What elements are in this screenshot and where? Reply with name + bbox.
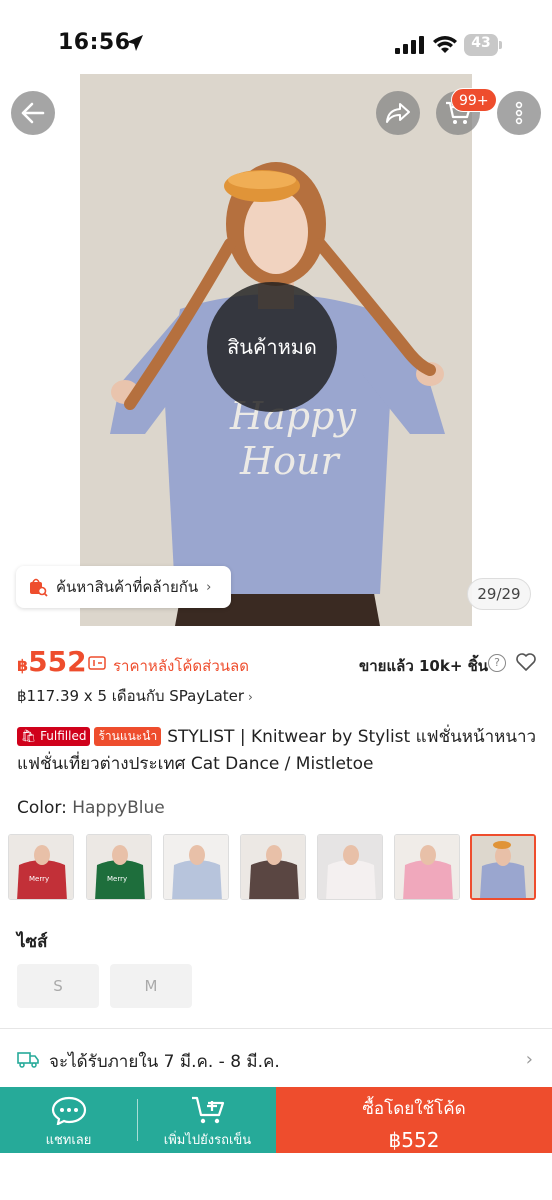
sold-count: ขายแล้ว 10k+ ชิ้น (359, 657, 489, 675)
buy-with-code-button[interactable]: ซื้อโดยใช้โค้ด ฿552 (276, 1087, 552, 1153)
price-row: ฿552 ราคาหลังโค้ดส่วนลด ขายแล้ว 10k+ ชิ้… (17, 645, 537, 681)
arrow-left-icon (21, 102, 45, 124)
bottom-separator (137, 1099, 138, 1141)
divider (0, 1028, 552, 1029)
wifi-icon (433, 36, 457, 53)
delivery-text: จะได้รับภายใน 7 มี.ค. - 8 มี.ค. (49, 1052, 280, 1072)
coupon-icon (88, 656, 106, 670)
more-options-button[interactable] (497, 91, 541, 135)
heart-icon[interactable] (515, 652, 537, 672)
color-swatches: Merry Merry (8, 834, 538, 902)
question-icon[interactable]: ? (488, 654, 506, 672)
swatch-white[interactable] (317, 834, 383, 900)
svg-text:Merry: Merry (29, 875, 49, 883)
battery-percent: 43 (471, 35, 491, 51)
back-button[interactable] (11, 91, 55, 135)
size-option-s[interactable]: S (17, 964, 99, 1008)
truck-icon (17, 1052, 39, 1068)
color-value: HappyBlue (72, 798, 165, 818)
status-bar: 16:56 43 (0, 0, 552, 78)
buy-label: ซื้อโดยใช้โค้ด (362, 1099, 466, 1119)
after-code-label: ราคาหลังโค้ดส่วนลด (113, 657, 249, 675)
sold-out-overlay: สินค้าหมด (207, 282, 337, 412)
price: ฿552 (17, 645, 87, 678)
battery-indicator: 43 (464, 34, 502, 56)
chat-icon (51, 1096, 86, 1125)
swatch-lightblue[interactable] (163, 834, 229, 900)
chevron-right-icon: › (248, 690, 253, 704)
fulfilled-tag: 🛍 Fulfilled (17, 727, 91, 746)
cart-count-badge: 99+ (451, 88, 497, 112)
swatch-green[interactable]: Merry (86, 834, 152, 900)
cart-plus-icon (191, 1096, 224, 1124)
product-title-block: 🛍 Fulfilled ร้านแนะนำ STYLIST | Knitwear b… (17, 724, 537, 778)
installment-text: ฿117.39 x 5 เดือนกับ SPayLater (17, 687, 245, 705)
add-to-cart-label: เพิ่มไปยังรถเข็น (163, 1133, 252, 1148)
find-similar-label: ค้นหาสินค้าที่คล้ายกัน (56, 578, 199, 596)
add-to-cart-button[interactable]: เพิ่มไปยังรถเข็น (139, 1087, 276, 1153)
swatch-happyblue-selected[interactable] (470, 834, 536, 900)
find-similar-button[interactable]: ค้นหาสินค้าที่คล้ายกัน › (16, 566, 231, 608)
swatch-pink[interactable] (394, 834, 460, 900)
chat-label: แชทเลย (45, 1133, 92, 1148)
svg-text:Hour: Hour (239, 439, 341, 483)
cellular-signal-icon (395, 36, 424, 54)
svg-text:Merry: Merry (107, 875, 127, 883)
buy-price: ฿552 (388, 1128, 440, 1152)
image-counter: 29/29 (467, 578, 531, 610)
bag-search-icon (30, 578, 48, 597)
share-button[interactable] (376, 91, 420, 135)
location-arrow-icon (127, 35, 143, 51)
share-icon (386, 103, 410, 123)
size-label: ไซส์ (17, 932, 48, 952)
chevron-right-icon: › (525, 1049, 533, 1070)
recommended-shop-tag: ร้านแนะนำ (94, 727, 162, 746)
bottom-action-bar: แชทเลย เพิ่มไปยังรถเข็น ซื้อโดยใช้โค้ด ฿… (0, 1087, 552, 1153)
chevron-right-icon: › (206, 579, 212, 595)
delivery-row[interactable]: จะได้รับภายใน 7 มี.ค. - 8 มี.ค. › (17, 1048, 537, 1074)
chat-button[interactable]: แชทเลย (0, 1087, 137, 1153)
color-label: Color: HappyBlue (17, 798, 165, 818)
installment-link[interactable]: ฿117.39 x 5 เดือนกับ SPayLater › (17, 684, 253, 708)
size-option-m[interactable]: M (110, 964, 192, 1008)
status-time: 16:56 (58, 30, 131, 55)
swatch-red[interactable]: Merry (8, 834, 74, 900)
swatch-brown[interactable] (240, 834, 306, 900)
more-vertical-icon (515, 101, 523, 125)
